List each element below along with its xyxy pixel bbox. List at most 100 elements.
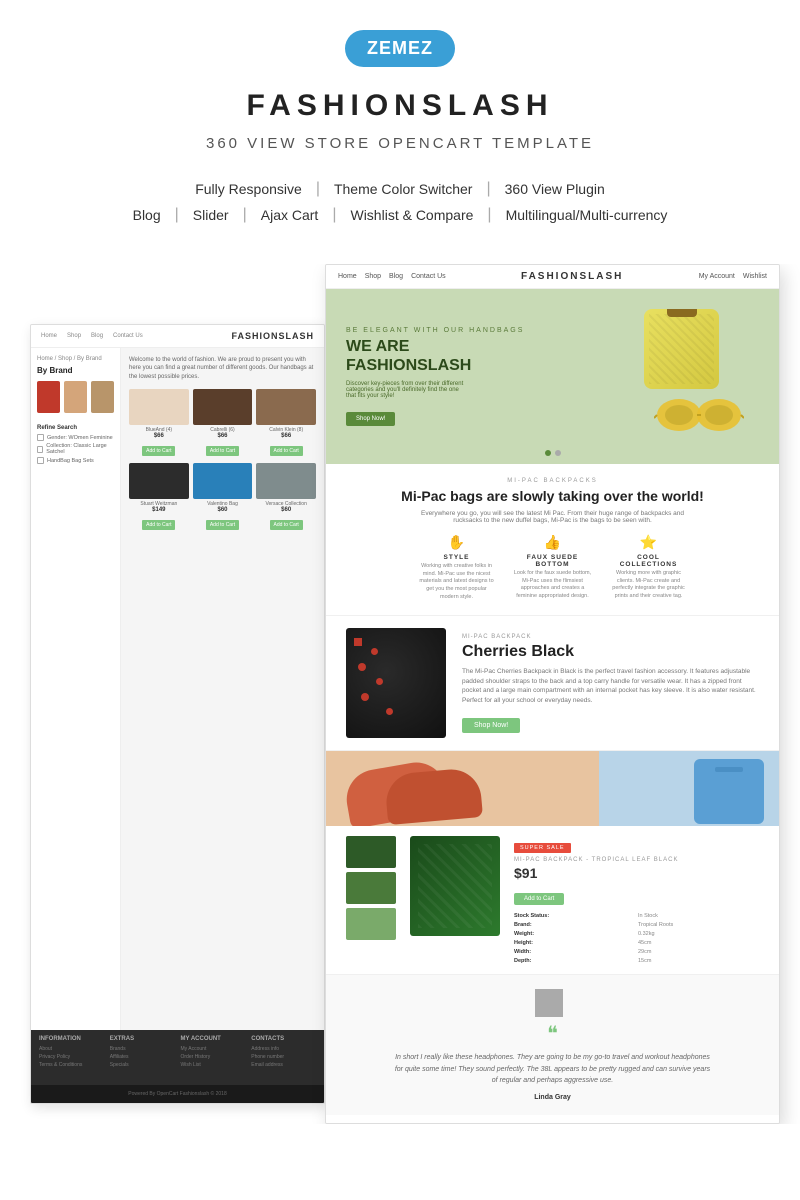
product-grid-2: Stuart Weitzman $149 Add to Cart Valenti… bbox=[129, 463, 316, 531]
footer-item: Affiliates bbox=[110, 1054, 175, 1060]
add-cart-btn-6[interactable]: Add to Cart bbox=[270, 520, 303, 530]
color-band bbox=[326, 751, 779, 826]
mipac-feature-cool: ⭐ COOL COLLECTIONS Working more with gra… bbox=[609, 534, 689, 601]
nav-link-home[interactable]: Home bbox=[338, 273, 357, 280]
detail-value-depth: 15cm bbox=[638, 958, 759, 964]
filter-checkbox[interactable] bbox=[37, 434, 44, 441]
header: ZEMEZ FASHIONSLASH 360 VIEW STORE OPENCA… bbox=[0, 0, 800, 264]
cherries-title: Cherries Black bbox=[462, 643, 759, 661]
feature-responsive: Fully Responsive bbox=[181, 181, 316, 197]
site-subtitle: 360 VIEW STORE OPENCART TEMPLATE bbox=[206, 135, 594, 152]
testimonial-avatar bbox=[535, 989, 563, 1017]
hero-shop-btn[interactable]: Shop Now! bbox=[346, 412, 395, 426]
screenshot-right: Home Shop Blog Contact Us FASHIONSLASH M… bbox=[325, 264, 780, 1124]
cherries-section: MI-PAC BACKPACK Cherries Black The Mi-Pa… bbox=[326, 616, 779, 751]
supersale-badge: SUPER SALE bbox=[514, 843, 571, 853]
left-main: Home / Shop / By Brand By Brand Refine S… bbox=[31, 348, 324, 1094]
product-img-2 bbox=[193, 389, 253, 425]
footer-item: Address info bbox=[251, 1046, 316, 1052]
detail-value-width: 29cm bbox=[638, 949, 759, 955]
sunglasses bbox=[654, 396, 744, 434]
backpack-shape-blue bbox=[694, 759, 764, 824]
cherries-content: MI-PAC BACKPACK Cherries Black The Mi-Pa… bbox=[462, 634, 759, 733]
footer-item: My Account bbox=[181, 1046, 246, 1052]
hero-big-text: WE AREFASHIONSLASH bbox=[346, 337, 524, 375]
right-nav: Home Shop Blog Contact Us FASHIONSLASH M… bbox=[326, 265, 779, 289]
footer-col-title-1: INFORMATION bbox=[39, 1036, 104, 1042]
features-row-2: Blog | Slider | Ajax Cart | Wishlist & C… bbox=[119, 206, 682, 224]
feature-cool-title: COOL COLLECTIONS bbox=[609, 554, 689, 568]
backpack-strap bbox=[715, 767, 743, 772]
add-cart-btn-5[interactable]: Add to Cart bbox=[206, 520, 239, 530]
feature-style-desc: Working with creative folks in mind. Mi-… bbox=[417, 563, 497, 601]
filter-checkbox-2[interactable] bbox=[37, 446, 43, 453]
color-band-backpack bbox=[599, 751, 779, 826]
product-img-6 bbox=[256, 463, 316, 499]
footer-col-contacts: CONTACTS Address info Phone number Email… bbox=[251, 1036, 316, 1079]
suede-icon: 👍 bbox=[513, 534, 593, 551]
feature-suede-desc: Look for the faux suede bottom, Mi-Pac u… bbox=[513, 570, 593, 601]
product-price-1: $66 bbox=[129, 433, 189, 439]
product-item-3: Calvin Klein (8) $66 Add to Cart bbox=[256, 389, 316, 457]
feature-style-title: STYLE bbox=[417, 554, 497, 561]
left-content: Welcome to the world of fashion. We are … bbox=[121, 348, 324, 1094]
left-nav: Home Shop Blog Contact Us FASHIONSLASH bbox=[31, 325, 324, 348]
feature-cool-desc: Working more with graphic clients. Mi-Pa… bbox=[609, 570, 689, 601]
cool-icon: ⭐ bbox=[609, 534, 689, 551]
nav-link-shop[interactable]: Shop bbox=[365, 273, 381, 280]
product-item-4: Stuart Weitzman $149 Add to Cart bbox=[129, 463, 189, 531]
add-cart-btn-3[interactable]: Add to Cart bbox=[270, 446, 303, 456]
supersale-label: MI-PAC BACKPACK - TROPICAL LEAF BLACK bbox=[514, 857, 759, 863]
zemez-logo[interactable]: ZEMEZ bbox=[345, 30, 455, 67]
product-price-3: $66 bbox=[256, 433, 316, 439]
hero-text: BE ELEGANT WITH OUR HANDBAGS WE AREFASHI… bbox=[346, 327, 524, 426]
quote-author: Linda Gray bbox=[356, 1094, 749, 1101]
nav-action-wishlist[interactable]: Wishlist bbox=[743, 273, 767, 280]
footer-col-extras: EXTRAS Brands Affiliates Specials bbox=[110, 1036, 175, 1079]
product-price-6: $60 bbox=[256, 507, 316, 513]
preview-container: Home Shop Blog Contact Us FASHIONSLASH H… bbox=[0, 264, 800, 1124]
detail-value-weight: 0.32kg bbox=[638, 931, 759, 937]
product-img-4 bbox=[129, 463, 189, 499]
hero-small-text: BE ELEGANT WITH OUR HANDBAGS bbox=[346, 327, 524, 334]
filter-row-3: HandBag Bag Sets bbox=[37, 457, 114, 464]
product-grid-1: BlueAnd (4) $66 Add to Cart Cabrelli (6)… bbox=[129, 389, 316, 457]
cherry-2 bbox=[371, 648, 378, 655]
left-nav-logo: FASHIONSLASH bbox=[231, 331, 314, 341]
feature-blog: Blog bbox=[119, 207, 175, 223]
detail-value-brand: Tropical Roots bbox=[638, 922, 759, 928]
product-item-5: Valentino Bag $60 Add to Cart bbox=[193, 463, 253, 531]
add-cart-btn-1[interactable]: Add to Cart bbox=[142, 446, 175, 456]
supersale-thumb-2 bbox=[346, 872, 396, 904]
mipac-feature-suede: 👍 FAUX SUEDE BOTTOM Look for the faux su… bbox=[513, 534, 593, 601]
add-cart-btn-4[interactable]: Add to Cart bbox=[142, 520, 175, 530]
hero-image bbox=[599, 304, 749, 449]
add-cart-btn-2[interactable]: Add to Cart bbox=[206, 446, 239, 456]
right-nav-logo: FASHIONSLASH bbox=[521, 271, 623, 282]
nav-action-account[interactable]: My Account bbox=[699, 273, 735, 280]
mipac-feature-style: ✋ STYLE Working with creative folks in m… bbox=[417, 534, 497, 601]
site-title: FASHIONSLASH bbox=[246, 89, 553, 123]
supersale-add-btn[interactable]: Add to Cart bbox=[514, 893, 564, 905]
quote-text: In short I really like these headphones.… bbox=[393, 1052, 713, 1086]
cherries-shop-btn[interactable]: Shop Now! bbox=[462, 718, 520, 733]
product-item-1: BlueAnd (4) $66 Add to Cart bbox=[129, 389, 189, 457]
hero-dot-active[interactable] bbox=[545, 450, 551, 456]
mipac-title: Mi-Pac bags are slowly taking over the w… bbox=[346, 488, 759, 504]
filter-checkbox-3[interactable] bbox=[37, 457, 44, 464]
brand-title: By Brand bbox=[37, 366, 114, 375]
cherry-1 bbox=[354, 638, 362, 646]
nav-link-contact[interactable]: Contact Us bbox=[411, 273, 446, 280]
cherries-desc: The Mi-Pac Cherries Backpack in Black is… bbox=[462, 667, 759, 706]
cherries-backpack-bg bbox=[346, 628, 446, 738]
sidebar-thumb-tan bbox=[91, 381, 114, 413]
supersale-price: $91 bbox=[514, 865, 759, 881]
detail-label-weight: Weight: bbox=[514, 931, 635, 937]
color-band-shoes bbox=[326, 751, 599, 826]
sidebar-thumb-red bbox=[37, 381, 60, 413]
hero-dot-2[interactable] bbox=[555, 450, 561, 456]
footer-item: Privacy Policy bbox=[39, 1054, 104, 1060]
hero-dots bbox=[545, 450, 561, 456]
detail-label-stock: Stock Status: bbox=[514, 913, 635, 919]
nav-link-blog[interactable]: Blog bbox=[389, 273, 403, 280]
